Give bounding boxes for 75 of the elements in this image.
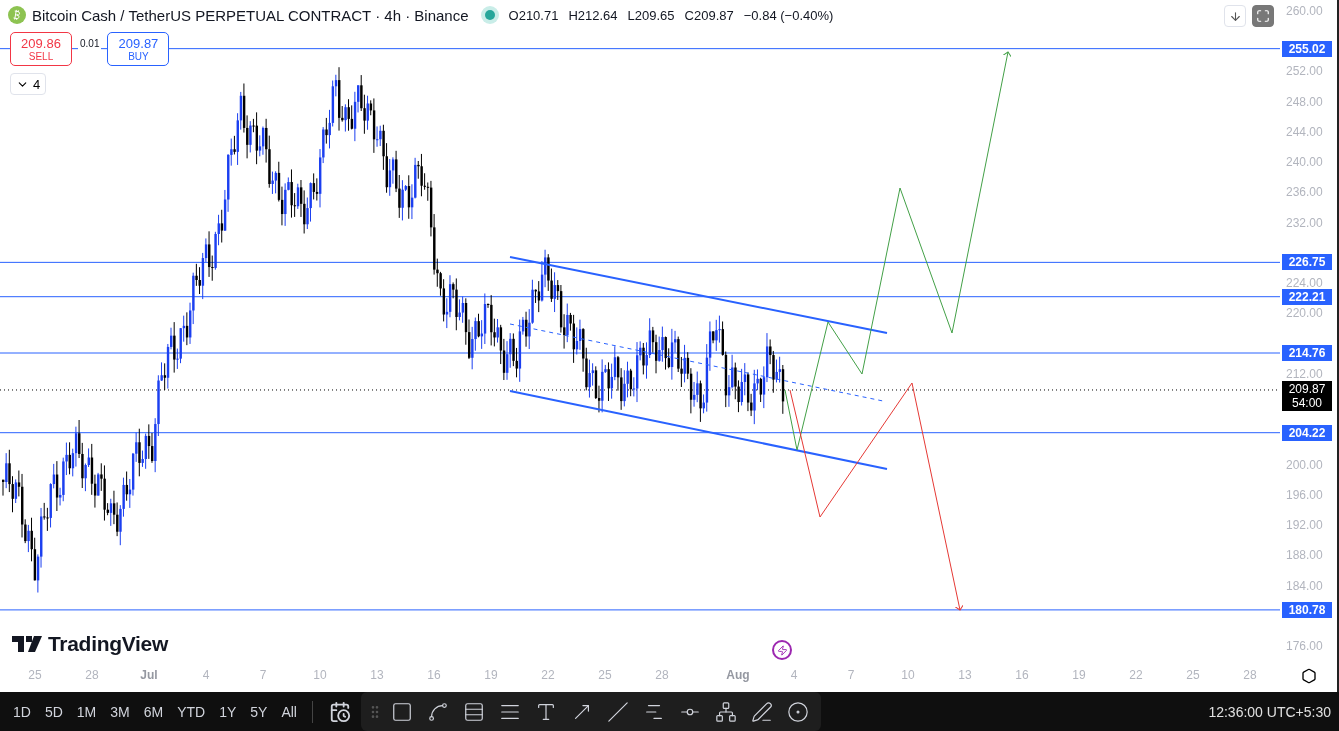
logo-icon xyxy=(12,636,42,652)
time-tick: 19 xyxy=(1072,668,1086,682)
time-tick: 10 xyxy=(313,668,327,682)
time-tick: 25 xyxy=(598,668,612,682)
price-tick: 252.00 xyxy=(1286,64,1323,79)
time-tick: 16 xyxy=(1015,668,1029,682)
price-tick: 212.00 xyxy=(1286,366,1323,381)
buy-button[interactable]: 209.87 BUY xyxy=(107,32,170,66)
price-tick: 244.00 xyxy=(1286,124,1323,139)
clock-time: 12:36:00 UTC+5:30 xyxy=(1208,703,1331,720)
price-level-label: 255.02 xyxy=(1282,40,1332,57)
price-tick: 240.00 xyxy=(1286,155,1323,170)
price-tick: 192.00 xyxy=(1286,518,1323,533)
time-tick: Jul xyxy=(140,668,158,682)
range-button[interactable]: 5Y xyxy=(245,699,273,724)
spread-value: 0.01 xyxy=(78,36,102,50)
price-level-label: 226.75 xyxy=(1282,254,1332,271)
time-tick: 10 xyxy=(901,668,915,682)
price-tick: 232.00 xyxy=(1286,215,1323,230)
time-tick: 28 xyxy=(1243,668,1257,682)
range-button[interactable]: 1M xyxy=(71,699,102,724)
time-tick: 28 xyxy=(655,668,669,682)
ohlc-value: C209.87 xyxy=(684,7,734,23)
range-button[interactable]: All xyxy=(276,699,302,724)
time-tick: 4 xyxy=(202,668,210,682)
price-tick: 220.00 xyxy=(1286,306,1323,321)
price-tick: 260.00 xyxy=(1286,4,1323,18)
range-button[interactable]: YTD xyxy=(172,699,211,724)
time-tick: 16 xyxy=(427,668,441,682)
ohlc-value: O210.71 xyxy=(508,7,559,23)
time-tick: 25 xyxy=(1186,668,1200,682)
range-button[interactable]: 6M xyxy=(138,699,169,724)
price-tick: 200.00 xyxy=(1286,457,1323,472)
range-button[interactable]: 1D xyxy=(8,699,36,724)
brand-name: TradingView xyxy=(48,632,168,656)
maximize-icon xyxy=(1256,9,1270,23)
price-level-label: 214.76 xyxy=(1282,345,1332,361)
time-tick: 22 xyxy=(541,668,555,682)
time-tick: 22 xyxy=(1129,668,1143,682)
price-level-label: 180.78 xyxy=(1282,601,1332,618)
time-tick: 13 xyxy=(958,668,972,682)
time-tick: 7 xyxy=(847,668,855,682)
time-tick: 13 xyxy=(370,668,384,682)
indicators-toggle[interactable]: 4 xyxy=(10,73,47,95)
current-price-label: 209.87 54:00 xyxy=(1282,380,1332,411)
symbol-title: Bitcoin Cash / TetherUS PERPETUAL CONTRACT · 4h · Binance xyxy=(32,6,469,24)
time-tick: 25 xyxy=(28,668,42,682)
range-button[interactable]: 3M xyxy=(105,699,135,724)
range-button[interactable]: 1Y xyxy=(214,699,242,724)
settings-icon[interactable] xyxy=(1300,668,1317,684)
time-tick: 7 xyxy=(259,668,267,682)
coin-icon xyxy=(8,6,26,24)
price-tick: 236.00 xyxy=(1286,185,1323,200)
price-tick: 224.00 xyxy=(1286,276,1323,291)
lightning-icon[interactable] xyxy=(772,640,792,660)
price-tick: 188.00 xyxy=(1286,548,1323,563)
scroll-down-button[interactable] xyxy=(1224,5,1246,27)
time-tick: 4 xyxy=(790,668,798,682)
time-tick: 28 xyxy=(85,668,99,682)
price-tick: 176.00 xyxy=(1286,639,1323,654)
price-change: −0.84 (−0.40%) xyxy=(743,7,834,23)
time-tick: Aug xyxy=(726,668,750,682)
maximize-button[interactable] xyxy=(1252,5,1274,27)
price-tick: 184.00 xyxy=(1286,578,1323,593)
ohlc-value: L209.65 xyxy=(627,7,675,23)
time-tick: 19 xyxy=(484,668,498,682)
price-tick: 248.00 xyxy=(1286,94,1323,109)
price-tick: 196.00 xyxy=(1286,487,1323,502)
ohlc-value: H212.64 xyxy=(568,7,618,23)
range-button[interactable]: 5D xyxy=(39,699,68,724)
price-level-label: 204.22 xyxy=(1282,424,1332,441)
bolt-icon xyxy=(776,644,788,656)
price-level-label: 222.21 xyxy=(1282,288,1332,305)
arrow-down-icon xyxy=(1228,9,1242,23)
sell-button[interactable]: 209.86 SELL xyxy=(10,32,72,66)
